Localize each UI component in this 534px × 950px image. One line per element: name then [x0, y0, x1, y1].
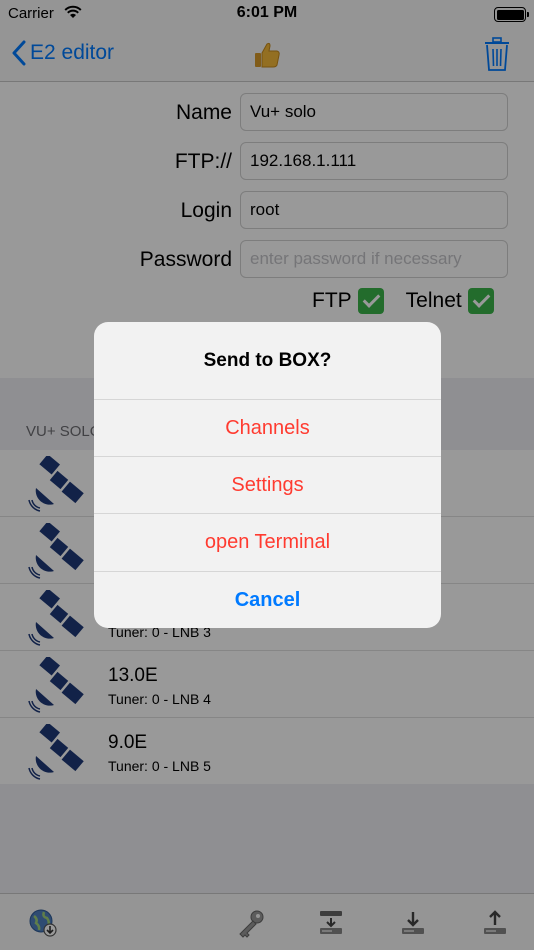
- alert-title: Send to BOX?: [203, 349, 332, 371]
- open-terminal-button[interactable]: open Terminal: [94, 513, 441, 570]
- settings-button[interactable]: Settings: [94, 456, 441, 513]
- channels-button[interactable]: Channels: [94, 399, 441, 456]
- send-to-box-alert: Send to BOX? Channels Settings open Term…: [94, 322, 441, 628]
- cancel-button[interactable]: Cancel: [94, 571, 441, 628]
